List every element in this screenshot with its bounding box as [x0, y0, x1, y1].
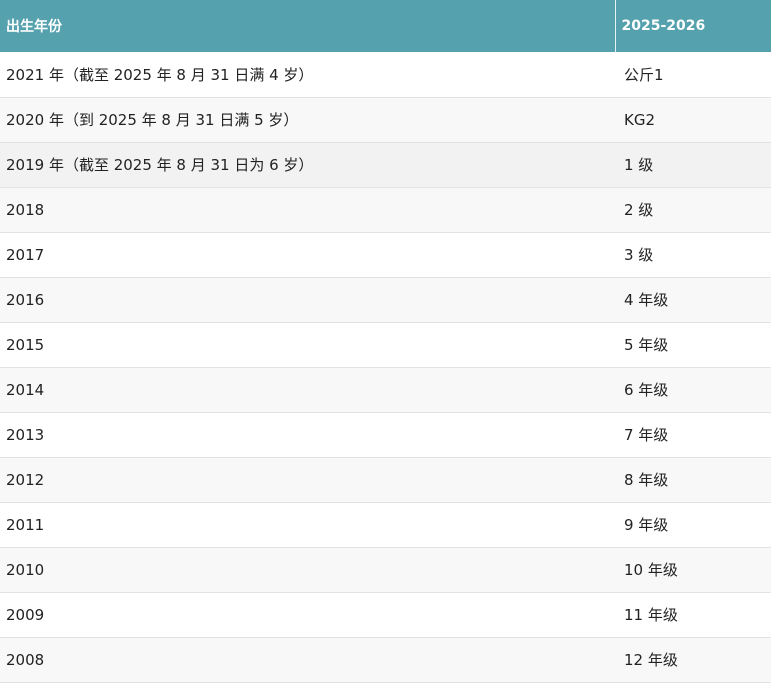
cell-birth-year: 2008: [6, 650, 45, 669]
cell-grade: 公斤1: [624, 65, 664, 84]
cell-grade: 3 级: [624, 246, 654, 264]
table-row: 2009 11 年级: [0, 592, 771, 637]
cell-birth-year: 2013: [6, 425, 45, 444]
cell-grade: 10 年级: [624, 561, 678, 579]
table-row: 2008 12 年级: [0, 637, 771, 682]
table-body: 2021 年（截至 2025 年 8 月 31 日满 4 岁） 公斤1 2020…: [0, 52, 771, 682]
cell-birth-year: 2009: [6, 605, 45, 624]
cell-grade: 9 年级: [624, 516, 669, 534]
table-row: 2018 2 级: [0, 187, 771, 232]
cell-birth-year: 2010: [6, 560, 45, 579]
table-row: 2011 9 年级: [0, 502, 771, 547]
cell-birth-year: 2014: [6, 380, 45, 399]
table-row: 2013 7 年级: [0, 412, 771, 457]
table-row: 2014 6 年级: [0, 367, 771, 412]
table-row: 2020 年（到 2025 年 8 月 31 日满 5 岁） KG2: [0, 97, 771, 142]
cell-birth-year: 2011: [6, 515, 45, 534]
header-birth-year: 出生年份: [0, 0, 616, 52]
cell-birth-year: 2019 年（截至 2025 年 8 月 31 日为 6 岁）: [6, 156, 314, 174]
cell-grade: 11 年级: [624, 606, 678, 624]
cell-grade: KG2: [624, 110, 656, 129]
cell-grade: 12 年级: [624, 651, 678, 669]
cell-birth-year: 2021 年（截至 2025 年 8 月 31 日满 4 岁）: [6, 65, 314, 84]
table-row: 2012 8 年级: [0, 457, 771, 502]
cell-grade: 6 年级: [624, 381, 669, 399]
table-row: 2019 年（截至 2025 年 8 月 31 日为 6 岁） 1 级: [0, 142, 771, 187]
table-row: 2010 10 年级: [0, 547, 771, 592]
cell-birth-year: 2020 年（到 2025 年 8 月 31 日满 5 岁）: [6, 111, 299, 129]
cell-grade: 8 年级: [624, 471, 669, 489]
birth-year-grade-table: 出生年份 2025-2026 2021 年（截至 2025 年 8 月 31 日…: [0, 0, 771, 683]
cell-grade: 2 级: [624, 201, 654, 219]
table-header: 出生年份 2025-2026: [0, 0, 771, 52]
cell-birth-year: 2016: [6, 290, 45, 309]
header-school-year: 2025-2026: [621, 18, 706, 34]
cell-grade: 5 年级: [624, 336, 669, 354]
table-row: 2016 4 年级: [0, 277, 771, 322]
cell-grade: 7 年级: [624, 426, 669, 444]
table-row: 2017 3 级: [0, 232, 771, 277]
table-row: 2021 年（截至 2025 年 8 月 31 日满 4 岁） 公斤1: [0, 52, 771, 97]
cell-birth-year: 2017: [6, 245, 45, 264]
cell-birth-year: 2015: [6, 335, 45, 354]
cell-birth-year: 2018: [6, 200, 45, 219]
table-row: 2015 5 年级: [0, 322, 771, 367]
cell-grade: 1 级: [624, 156, 654, 174]
header-row: 出生年份 2025-2026: [0, 0, 771, 52]
cell-birth-year: 2012: [6, 470, 45, 489]
cell-grade: 4 年级: [624, 291, 669, 309]
